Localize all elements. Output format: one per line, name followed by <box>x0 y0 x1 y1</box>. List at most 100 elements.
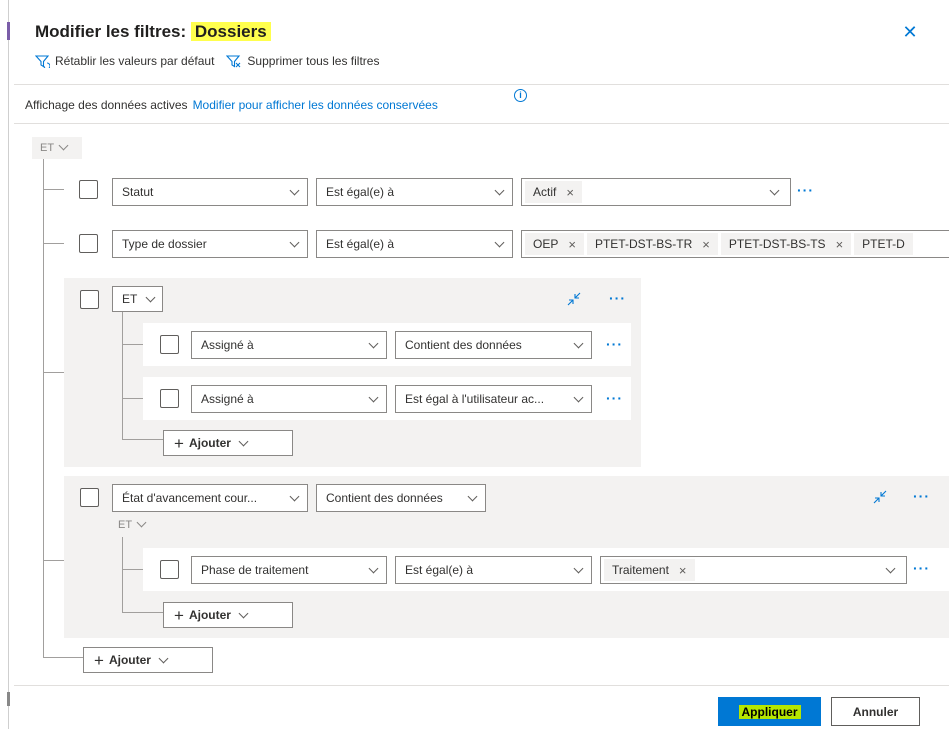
chevron-down-icon <box>158 653 169 663</box>
field-dropdown[interactable]: Statut <box>112 178 308 206</box>
chevron-down-icon <box>885 563 896 574</box>
remove-tag-icon[interactable]: × <box>566 185 574 200</box>
divider <box>14 84 949 85</box>
condition-dropdown-label: Est égal(e) à <box>326 237 395 251</box>
chevron-down-icon <box>145 292 156 303</box>
row-checkbox[interactable] <box>160 389 179 408</box>
row-checkbox[interactable] <box>160 560 179 579</box>
tree-line <box>122 312 123 439</box>
field-dropdown[interactable]: Phase de traitement <box>191 556 387 584</box>
condition-dropdown[interactable]: Est égal(e) à <box>316 230 513 258</box>
dialog-title-entity: Dossiers <box>190 22 271 41</box>
more-options-icon[interactable]: ··· <box>797 183 814 197</box>
field-dropdown-label: Type de dossier <box>122 237 207 251</box>
value-tag: Traitement × <box>604 559 695 581</box>
cancel-label: Annuler <box>852 704 899 719</box>
row-checkbox[interactable] <box>79 180 98 199</box>
row-checkbox[interactable] <box>160 335 179 354</box>
condition-dropdown[interactable]: Est égal à l'utilisateur ac... <box>395 385 592 413</box>
close-icon[interactable]: ✕ <box>900 22 920 42</box>
group-operator-dropdown[interactable]: ET <box>112 286 163 312</box>
chevron-down-icon <box>368 338 379 349</box>
dialog-title: Modifier les filtres: Dossiers <box>35 22 271 42</box>
chevron-down-icon <box>238 608 249 618</box>
filter-toolbar: Rétablir les valeurs par défaut Supprime… <box>35 54 385 68</box>
reset-defaults-button[interactable]: Rétablir les valeurs par défaut <box>35 54 214 68</box>
value-tag-label: PTET-DST-BS-TS <box>728 237 826 251</box>
data-scope-row: Affichage des données actives Modifier p… <box>25 98 438 112</box>
info-icon[interactable]: i <box>514 89 527 102</box>
remove-tag-icon[interactable]: × <box>702 237 710 252</box>
apply-button[interactable]: Appliquer <box>718 697 821 726</box>
clear-filters-label: Supprimer tous les filtres <box>247 54 380 68</box>
group-checkbox[interactable] <box>80 488 99 507</box>
add-condition-button[interactable]: + Ajouter <box>83 647 213 673</box>
group-operator-label: ET <box>118 519 133 531</box>
plus-icon: + <box>174 433 184 453</box>
field-dropdown[interactable]: Type de dossier <box>112 230 308 258</box>
add-condition-button[interactable]: + Ajouter <box>163 430 293 456</box>
field-dropdown[interactable]: État d'avancement cour... <box>112 484 308 512</box>
condition-dropdown-label: Est égal(e) à <box>326 185 395 199</box>
group-operator-dropdown[interactable]: ET <box>118 517 147 531</box>
cancel-button[interactable]: Annuler <box>831 697 920 726</box>
condition-dropdown[interactable]: Contient des données <box>316 484 486 512</box>
more-options-icon[interactable]: ··· <box>609 291 626 305</box>
condition-dropdown[interactable]: Est égal(e) à <box>316 178 513 206</box>
field-dropdown[interactable]: Assigné à <box>191 331 387 359</box>
group-checkbox[interactable] <box>80 290 99 309</box>
add-condition-button[interactable]: + Ajouter <box>163 602 293 628</box>
value-tag-label: PTET-D <box>862 237 905 251</box>
value-tag: OEP × <box>525 233 584 255</box>
tree-line <box>122 537 123 612</box>
clear-filters-button[interactable]: Supprimer tous les filtres <box>226 54 379 68</box>
more-options-icon[interactable]: ··· <box>913 489 930 503</box>
collapse-group-icon[interactable] <box>872 489 888 505</box>
more-options-icon[interactable]: ··· <box>606 337 623 351</box>
filter-clear-icon <box>226 54 241 67</box>
tree-line <box>43 243 64 244</box>
collapse-group-icon[interactable] <box>566 291 582 307</box>
condition-dropdown-label: Contient des données <box>326 491 443 505</box>
value-tag-label: PTET-DST-BS-TR <box>594 237 693 251</box>
remove-tag-icon[interactable]: × <box>836 237 844 252</box>
more-options-icon[interactable]: ··· <box>913 561 930 575</box>
divider <box>14 685 949 686</box>
condition-dropdown[interactable]: Contient des données <box>395 331 592 359</box>
condition-dropdown-label: Contient des données <box>405 338 522 352</box>
root-operator-label: ET <box>40 142 55 154</box>
field-dropdown[interactable]: Assigné à <box>191 385 387 413</box>
plus-icon: + <box>94 650 104 670</box>
value-multiselect[interactable]: Traitement × <box>600 556 907 584</box>
tree-line <box>43 189 64 190</box>
condition-dropdown-label: Est égal à l'utilisateur ac... <box>405 392 545 406</box>
field-dropdown-label: État d'avancement cour... <box>122 491 258 505</box>
remove-tag-icon[interactable]: × <box>679 563 687 578</box>
value-multiselect[interactable]: OEP × PTET-DST-BS-TR × PTET-DST-BS-TS × PTE… <box>521 230 949 258</box>
tree-line <box>122 344 143 345</box>
chevron-down-icon <box>467 491 478 502</box>
reset-defaults-label: Rétablir les valeurs par défaut <box>55 54 215 68</box>
chevron-down-icon <box>289 185 300 196</box>
remove-tag-icon[interactable]: × <box>568 237 576 252</box>
add-condition-label: Ajouter <box>188 436 231 450</box>
tree-line <box>43 657 83 658</box>
add-condition-label: Ajouter <box>108 653 151 667</box>
divider <box>14 123 949 124</box>
row-checkbox[interactable] <box>79 234 98 253</box>
more-options-icon[interactable]: ··· <box>606 391 623 405</box>
chevron-down-icon <box>58 140 69 151</box>
chevron-down-icon <box>289 491 300 502</box>
value-tag-label: Traitement <box>612 563 669 577</box>
data-scope-link[interactable]: Modifier pour afficher les données conse… <box>193 98 438 112</box>
tree-line <box>122 398 143 399</box>
apply-label: Appliquer <box>738 704 801 719</box>
value-tag: PTET-D <box>854 233 913 255</box>
chevron-down-icon <box>573 392 584 403</box>
value-multiselect[interactable]: Actif × <box>521 178 791 206</box>
field-dropdown-label: Phase de traitement <box>201 563 309 577</box>
condition-dropdown[interactable]: Est égal(e) à <box>395 556 592 584</box>
value-tag: PTET-DST-BS-TS × <box>720 233 852 255</box>
root-operator-dropdown[interactable]: ET <box>32 137 82 159</box>
data-scope-text: Affichage des données actives <box>25 98 188 112</box>
